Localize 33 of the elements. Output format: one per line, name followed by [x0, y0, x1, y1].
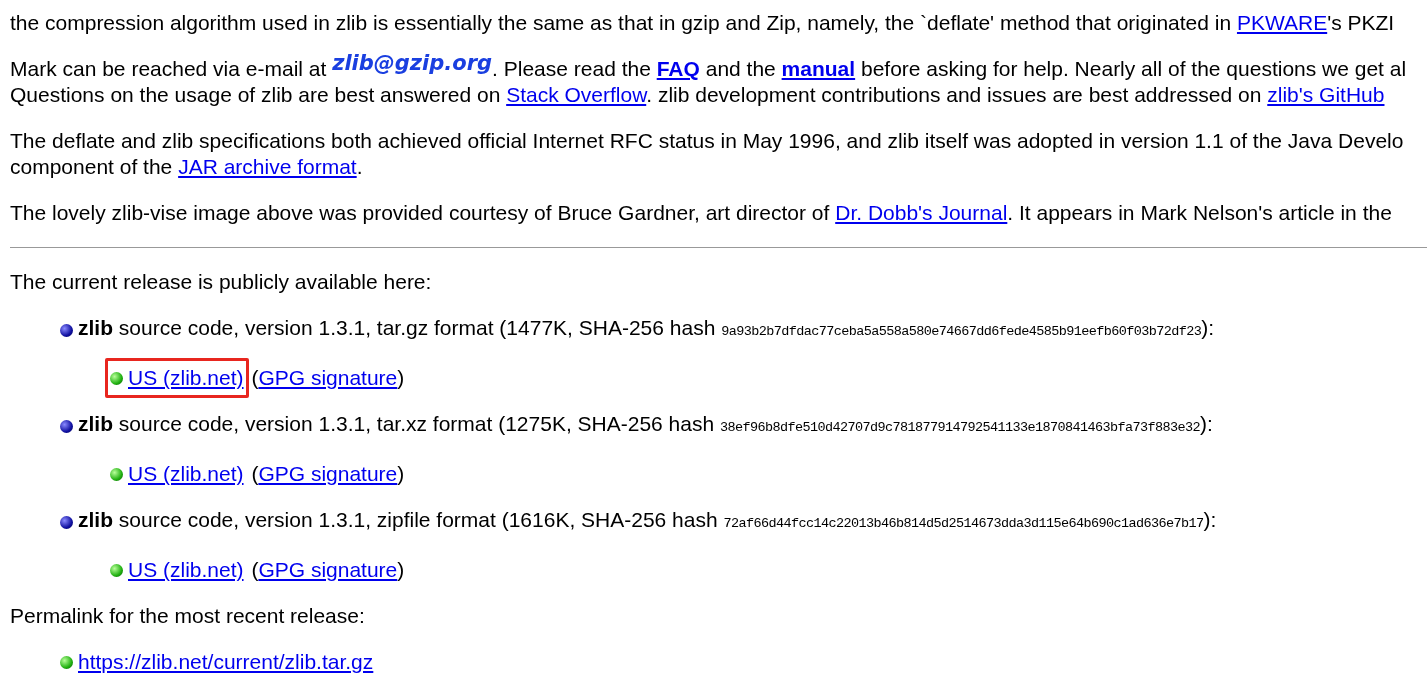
- paragraph: The deflate and zlib specifications both achieved official Internet RFC status in May 1996, and zlib itself was adopted in version 1.1 of the Java Develo component of the JAR archive format.: [10, 128, 1405, 180]
- signature-link[interactable]: GPG signature: [258, 366, 398, 389]
- mirror-link[interactable]: US (zlib.net): [128, 557, 244, 583]
- bullet-icon: [110, 563, 123, 577]
- paragraph: The lovely zlib-vise image above was provided courtesy of Bruce Gardner, art director of Dr. Dobb's Journal. It appears in Mark Nelson's article in the: [10, 200, 1393, 226]
- inline-link[interactable]: PKWARE: [1236, 11, 1328, 34]
- download-description: zlib source code, version 1.3.1, tar.gz format (1477K, SHA-256 hash 9a93b2b7dfdac77ceba5a558a580e74667dd6fede4585b91eefb60f03b72df23):: [78, 315, 1215, 341]
- inline-link[interactable]: FAQ: [656, 57, 700, 80]
- bullet-icon: [60, 515, 73, 529]
- inline-link[interactable]: JAR archive format: [178, 155, 357, 178]
- paragraph: the compression algorithm used in zlib is essentially the same as that in gzip and Zip, namely, the `deflate' method that originated in PKWARE's PKZI: [10, 10, 1396, 36]
- bullet-icon: [110, 371, 123, 385]
- inline-link[interactable]: manual: [781, 57, 856, 80]
- inline-link[interactable]: Stack Overflow: [506, 83, 647, 106]
- paragraph: Mark can be reached via e-mail at zlib@gzip.org. Please read the FAQ and the manual before asking for help. Nearly all of the questions we get al Questions on the usage of zlib are best answered on Stack Overflow. zlib development contributions and issues are best addressed on zlib's GitHub: [10, 56, 1408, 108]
- signature-link[interactable]: GPG signature: [258, 558, 398, 581]
- permalink-link[interactable]: https://zlib.net/current/zlib.tar.gz: [78, 649, 374, 675]
- signature-link[interactable]: GPG signature: [258, 462, 398, 485]
- download-description: zlib source code, version 1.3.1, zipfile format (1616K, SHA-256 hash 72af66d44fcc14c22013b46b814d5d2514673dda3d115e64b690c1ad636e7b17):: [78, 507, 1217, 533]
- signature-link-text: (GPG signature): [250, 461, 405, 487]
- section-heading: The current release is publicly available here:: [10, 270, 432, 293]
- download-description: zlib source code, version 1.3.1, tar.xz format (1275K, SHA-256 hash 38ef96b8dfe510d42707d9c781877914792541133e1870841463bfa73f883e32):: [78, 411, 1213, 437]
- bullet-icon: [60, 419, 73, 433]
- signature-link-text: (GPG signature): [250, 365, 405, 391]
- inline-link[interactable]: Dr. Dobb's Journal: [835, 201, 1008, 224]
- inline-link[interactable]: zlib's GitHub: [1267, 83, 1385, 106]
- mirror-link[interactable]: US (zlib.net): [128, 461, 244, 487]
- mirror-link[interactable]: US (zlib.net): [128, 365, 244, 391]
- bullet-icon: [60, 323, 73, 337]
- bullet-icon: [110, 467, 123, 481]
- section-heading: Permalink for the most recent release:: [10, 604, 365, 627]
- bullet-icon: [60, 655, 73, 669]
- signature-link-text: (GPG signature): [250, 557, 405, 583]
